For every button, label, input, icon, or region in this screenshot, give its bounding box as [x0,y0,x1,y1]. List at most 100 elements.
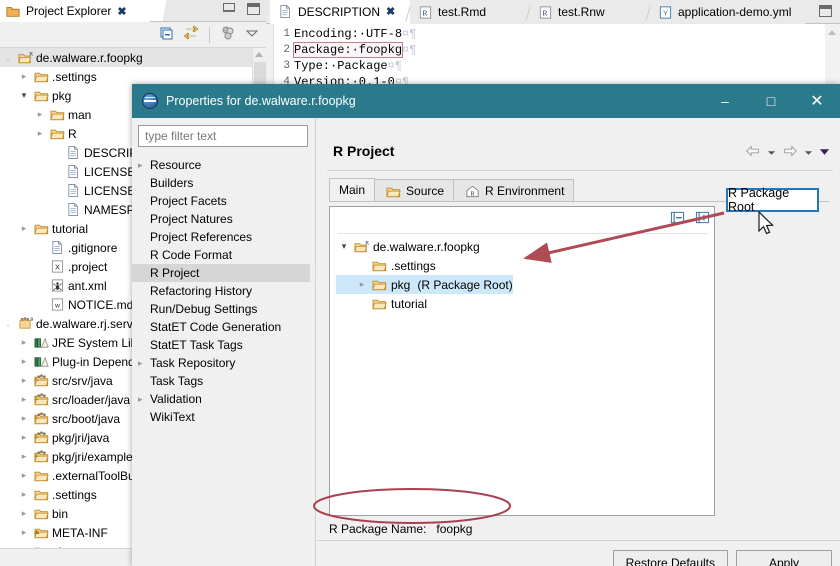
collapse-all-icon[interactable] [159,25,175,44]
package-tree-item[interactable]: ▸ pkg (R Package Root) [336,275,513,294]
collapse-all-icon[interactable] [670,210,685,228]
page-tab-r-environment[interactable]: R R Environment [453,179,575,202]
rmd-file-icon: R [416,5,434,20]
tree-twisty-icon[interactable]: ․ [0,52,16,63]
package-tree-label: de.walware.r.foopkg [373,239,480,254]
tree-twisty-icon[interactable]: ▸ [16,223,32,234]
apply-button[interactable]: Apply [736,550,832,566]
maximize-view-icon[interactable] [247,3,260,15]
tree-twisty-icon[interactable]: ▸ [16,432,32,443]
folder-icon [370,277,388,292]
filters-icon[interactable] [220,25,236,44]
forward-dropdown-icon[interactable] [804,146,813,160]
tree-item-label: pkg/jri/examples [52,449,139,464]
page-tab-source[interactable]: Source [374,179,455,202]
eol-marker: ¤¶ [387,59,403,73]
editor-tab[interactable]: Rtest.Rnw [530,0,650,24]
nav-item-r-project[interactable]: R Project [132,264,316,282]
close-icon[interactable]: ✖ [386,5,395,18]
package-tree-item[interactable]: ▾ Rde.walware.r.foopkg [336,237,513,256]
line-text: Encoding:·UTF-8 [294,27,403,41]
tree-item-label: .externalToolBuil [52,468,141,483]
package-root-tree-box[interactable]: ▾ Rde.walware.r.foopkg .settings ▸ pkg (R Pac… [329,206,715,516]
code-line[interactable]: 2 Package:·foopkg ¤¶ [276,42,416,58]
nav-item-label: Builders [150,176,194,190]
xml-file-icon: X [48,259,66,274]
dialog-minimize-button[interactable]: – [702,84,748,118]
svg-text:R: R [422,8,427,17]
editor-tabrow: DESCRIPTION ✖ Rtest.Rmd Rtest.Rnw Yapplicati… [266,0,840,24]
tab-project-explorer[interactable]: Project Explorer ✖ [0,0,160,22]
tree-twisty-icon[interactable]: ▸ [16,470,32,481]
dialog-close-button[interactable]: ✕ [794,84,840,118]
filter-input[interactable]: type filter text [138,125,308,147]
expand-all-icon[interactable] [695,210,710,228]
nav-twisty-icon[interactable]: ▸ [138,160,150,171]
tree-item-label: de.walware.rj.server [36,316,144,331]
back-arrow-icon[interactable] [745,144,761,161]
nav-item-statet-task-tags[interactable]: StatET Task Tags [132,336,316,354]
nav-item-label: Project Natures [150,212,233,226]
dialog-maximize-button[interactable]: □ [748,84,794,118]
svg-text:R: R [542,8,547,17]
editor-code[interactable]: 1 Encoding:·UTF-8 ¤¶ 2 Package:·foopkg ¤¶ 3 Typ… [276,26,416,90]
nav-scrollbar[interactable] [310,118,315,566]
editor-tab[interactable]: DESCRIPTION ✖ [270,0,410,24]
tree-twisty-icon[interactable]: ▾ [16,90,32,101]
nav-item-task-tags[interactable]: Task Tags [132,372,316,390]
nav-item-r-code-format[interactable]: R Code Format [132,246,316,264]
tree-twisty-icon[interactable]: ▸ [16,394,32,405]
nav-twisty-icon[interactable]: ▸ [138,394,150,405]
nav-item-task-repository[interactable]: ▸ Task Repository [132,354,316,372]
code-line[interactable]: 1 Encoding:·UTF-8 ¤¶ [276,26,416,42]
project-explorer-item[interactable]: ․ Rde.walware.r.foopkg [0,48,252,67]
tree-twisty-icon[interactable]: ▸ [16,413,32,424]
restore-defaults-button[interactable]: Restore Defaults [612,550,728,566]
source-folder-icon [32,373,50,388]
tree-twisty-icon[interactable]: ▸ [16,489,32,500]
scroll-up-icon[interactable] [255,52,263,57]
tree-twisty-icon[interactable]: ▸ [32,128,48,139]
tree-twisty-icon[interactable]: ▸ [354,279,370,290]
nav-twisty-icon[interactable]: ▸ [138,358,150,369]
tree-twisty-icon[interactable]: ․ [0,318,16,329]
page-menu-icon[interactable] [819,146,830,160]
package-tree-item[interactable]: .settings [336,256,513,275]
minimize-view-icon[interactable] [223,3,235,12]
nav-item-validation[interactable]: ▸ Validation [132,390,316,408]
editor-tab[interactable]: Yapplication-demo.yml [650,0,805,24]
preference-page-list[interactable]: ▸ Resource Builders Project Facets Project N… [132,156,316,426]
view-menu-icon[interactable] [244,25,260,44]
tree-twisty-icon[interactable]: ▸ [32,109,48,120]
editor-tab[interactable]: Rtest.Rmd [410,0,530,24]
tree-twisty-icon[interactable]: ▸ [16,71,32,82]
tree-twisty-icon[interactable]: ▾ [336,241,352,252]
back-dropdown-icon[interactable] [767,146,776,160]
dialog-title: Properties for de.walware.r.foopkg [166,94,356,108]
tree-twisty-icon[interactable]: ▸ [16,375,32,386]
nav-item-resource[interactable]: ▸ Resource [132,156,316,174]
tree-twisty-icon[interactable]: ▸ [16,337,32,348]
link-with-editor-icon[interactable] [183,25,199,44]
nav-item-refactoring-history[interactable]: Refactoring History [132,282,316,300]
page-tab-main[interactable]: Main [329,178,376,202]
nav-item-label: WikiText [150,410,195,424]
tree-twisty-icon[interactable]: ▸ [16,527,32,538]
package-tree-item[interactable]: tutorial [336,294,513,313]
nav-item-wikitext[interactable]: WikiText [132,408,316,426]
close-icon[interactable]: ✖ [117,5,126,18]
nav-item-project-facets[interactable]: Project Facets [132,192,316,210]
maximize-editor-icon[interactable] [819,5,832,17]
tree-twisty-icon[interactable]: ▸ [16,356,32,367]
nav-item-project-natures[interactable]: Project Natures [132,210,316,228]
tree-twisty-icon[interactable]: ▸ [16,508,32,519]
nav-item-run-debug-settings[interactable]: Run/Debug Settings [132,300,316,318]
nav-item-builders[interactable]: Builders [132,174,316,192]
project-structure-tree[interactable]: ▾ Rde.walware.r.foopkg .settings ▸ pkg (R Pac… [336,237,513,313]
code-line[interactable]: 3 Type:·Package ¤¶ [276,58,416,74]
editor-scroll-up-icon[interactable] [828,30,836,35]
forward-arrow-icon[interactable] [782,144,798,161]
nav-item-statet-code-generation[interactable]: StatET Code Generation [132,318,316,336]
nav-item-project-references[interactable]: Project References [132,228,316,246]
tree-twisty-icon[interactable]: ▸ [16,451,32,462]
